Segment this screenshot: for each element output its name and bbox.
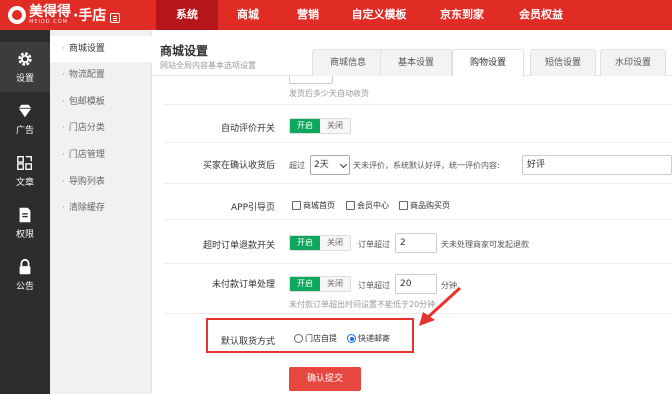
timeout-refund-prefix: 订单超过 xyxy=(358,240,390,249)
app-guide-label: APP引导页 xyxy=(230,203,275,213)
iconbar-item-articles[interactable]: 文章 xyxy=(0,146,50,196)
app-guide-option-mall-home[interactable]: 商城首页 xyxy=(292,200,335,211)
checkbox-label: 商城首页 xyxy=(303,201,335,210)
auto-receive-hint: 发货后多少天自动收货 xyxy=(289,89,369,98)
submenu-item-logistics[interactable]: 物流配置 xyxy=(50,62,152,88)
row-divider xyxy=(164,142,672,143)
toggle-on[interactable]: 开启 xyxy=(290,119,320,133)
brand-logo[interactable]: 美得得 MEIDD.COM ·手店 xyxy=(0,0,150,30)
row-divider xyxy=(164,104,672,105)
nav-item-system[interactable]: 系统 xyxy=(156,0,218,30)
top-bar: 美得得 MEIDD.COM ·手店 系统 商城 营销 自定义模板 京东到家 会员… xyxy=(0,0,672,30)
gear-icon xyxy=(16,50,34,68)
app-guide-option-product-buy[interactable]: 商品购买页 xyxy=(399,200,450,211)
logo-text: 美得得 MEIDD.COM xyxy=(29,5,71,25)
iconbar-item-notices[interactable]: 公告 xyxy=(0,250,50,300)
checkbox-label: 商品购买页 xyxy=(410,201,450,210)
timeout-refund-toggle[interactable]: 开启 关闭 xyxy=(289,235,351,251)
auto-review-toggle[interactable]: 开启 关闭 xyxy=(289,118,351,134)
review-days-value: 2天 xyxy=(314,160,329,170)
submenu-item-mall-settings[interactable]: 商城设置 xyxy=(50,36,152,62)
menu-toggle-icon[interactable] xyxy=(110,13,121,23)
app-guide-option-member-center[interactable]: 会员中心 xyxy=(346,200,389,211)
iconbar-label: 广告 xyxy=(15,126,34,136)
buyer-confirm-label: 买家在确认收货后 xyxy=(202,161,275,171)
tab-mall-info[interactable]: 商城信息 xyxy=(312,49,384,76)
unpaid-order-prefix: 订单超过 xyxy=(358,281,390,290)
toggle-on[interactable]: 开启 xyxy=(290,236,320,250)
iconbar-label: 设置 xyxy=(15,74,34,84)
auto-review-label: 自动评价开关 xyxy=(220,124,275,134)
diamond-icon xyxy=(16,102,34,120)
logo-domain: MEIDD.COM xyxy=(29,19,68,25)
checkbox[interactable] xyxy=(346,201,355,210)
nav-item-custom-template[interactable]: 自定义模板 xyxy=(338,0,420,30)
checkbox-label: 会员中心 xyxy=(357,201,389,210)
main-nav: 系统 商城 营销 自定义模板 京东到家 会员权益 xyxy=(156,0,578,30)
row-divider xyxy=(164,183,672,184)
chevron-down-icon xyxy=(339,160,348,169)
iconbar-label: 权限 xyxy=(15,230,34,240)
submenu-item-guide-list[interactable]: 导购列表 xyxy=(50,169,152,195)
highlight-box xyxy=(206,318,414,353)
default-review-content-input[interactable]: 好评 xyxy=(522,155,672,175)
checkbox[interactable] xyxy=(399,201,408,210)
buyer-confirm-mid: 天未评价，系统默认好评，统一评价内容: xyxy=(353,161,500,170)
settings-submenu: 商城设置 物流配置 包邮模板 门店分类 门店管理 导购列表 清除缓存 xyxy=(50,30,152,394)
toggle-off[interactable]: 关闭 xyxy=(320,119,350,133)
icon-sidebar: 设置 广告 文章 权限 公告 xyxy=(0,30,50,394)
iconbar-label: 文章 xyxy=(15,178,34,188)
tab-shopping-settings[interactable]: 购物设置 xyxy=(452,49,524,77)
logo-mark-icon xyxy=(8,6,26,24)
tab-sms-settings[interactable]: 短信设置 xyxy=(530,49,596,76)
review-days-select[interactable]: 2天 xyxy=(310,155,350,175)
nav-item-member-rights[interactable]: 会员权益 xyxy=(504,0,578,30)
submenu-item-free-shipping[interactable]: 包邮模板 xyxy=(50,89,152,115)
submenu-item-clear-cache[interactable]: 清除缓存 xyxy=(50,195,152,221)
article-icon xyxy=(16,154,34,172)
row-divider xyxy=(164,219,672,220)
checkbox[interactable] xyxy=(292,201,301,210)
iconbar-item-permissions[interactable]: 权限 xyxy=(0,198,50,248)
tab-basic-settings[interactable]: 基本设置 xyxy=(380,49,452,76)
toggle-on[interactable]: 开启 xyxy=(290,277,320,291)
page-subtitle: 网站全局内容基本选项设置 xyxy=(160,61,256,70)
annotation-arrow-icon xyxy=(419,286,462,326)
iconbar-item-ads[interactable]: 广告 xyxy=(0,94,50,144)
lock-icon xyxy=(16,258,34,276)
content-header: 商城设置 网站全局内容基本选项设置 商城信息 基本设置 购物设置 短信设置 水印… xyxy=(152,30,672,77)
logo-suffix: ·手店 xyxy=(73,8,107,24)
toggle-off[interactable]: 关闭 xyxy=(320,277,350,291)
page-title: 商城设置 xyxy=(160,44,209,58)
document-icon xyxy=(16,206,34,224)
unpaid-order-label: 未付款订单处理 xyxy=(211,280,275,290)
row-divider xyxy=(164,263,672,264)
iconbar-item-settings[interactable]: 设置 xyxy=(0,42,50,92)
tab-watermark-settings[interactable]: 水印设置 xyxy=(600,49,666,76)
iconbar-label: 公告 xyxy=(15,282,34,292)
submenu-item-store-manage[interactable]: 门店管理 xyxy=(50,142,152,168)
unpaid-order-toggle[interactable]: 开启 关闭 xyxy=(289,276,351,292)
nav-item-mall[interactable]: 商城 xyxy=(218,0,278,30)
timeout-refund-label: 超时订单退款开关 xyxy=(202,241,275,251)
submenu-item-store-category[interactable]: 门店分类 xyxy=(50,115,152,141)
nav-item-jd-daojia[interactable]: 京东到家 xyxy=(420,0,504,30)
buyer-confirm-prefix: 超过 xyxy=(289,161,305,170)
toggle-off[interactable]: 关闭 xyxy=(320,236,350,250)
timeout-refund-days-input[interactable]: 2 xyxy=(395,233,437,253)
logo-name: 美得得 xyxy=(29,4,71,20)
nav-item-marketing[interactable]: 营销 xyxy=(278,0,338,30)
submit-button[interactable]: 确认提交 xyxy=(289,367,361,391)
auto-receive-days-input[interactable] xyxy=(289,76,333,84)
timeout-refund-suffix: 天未处理商家可发起退款 xyxy=(441,240,529,249)
